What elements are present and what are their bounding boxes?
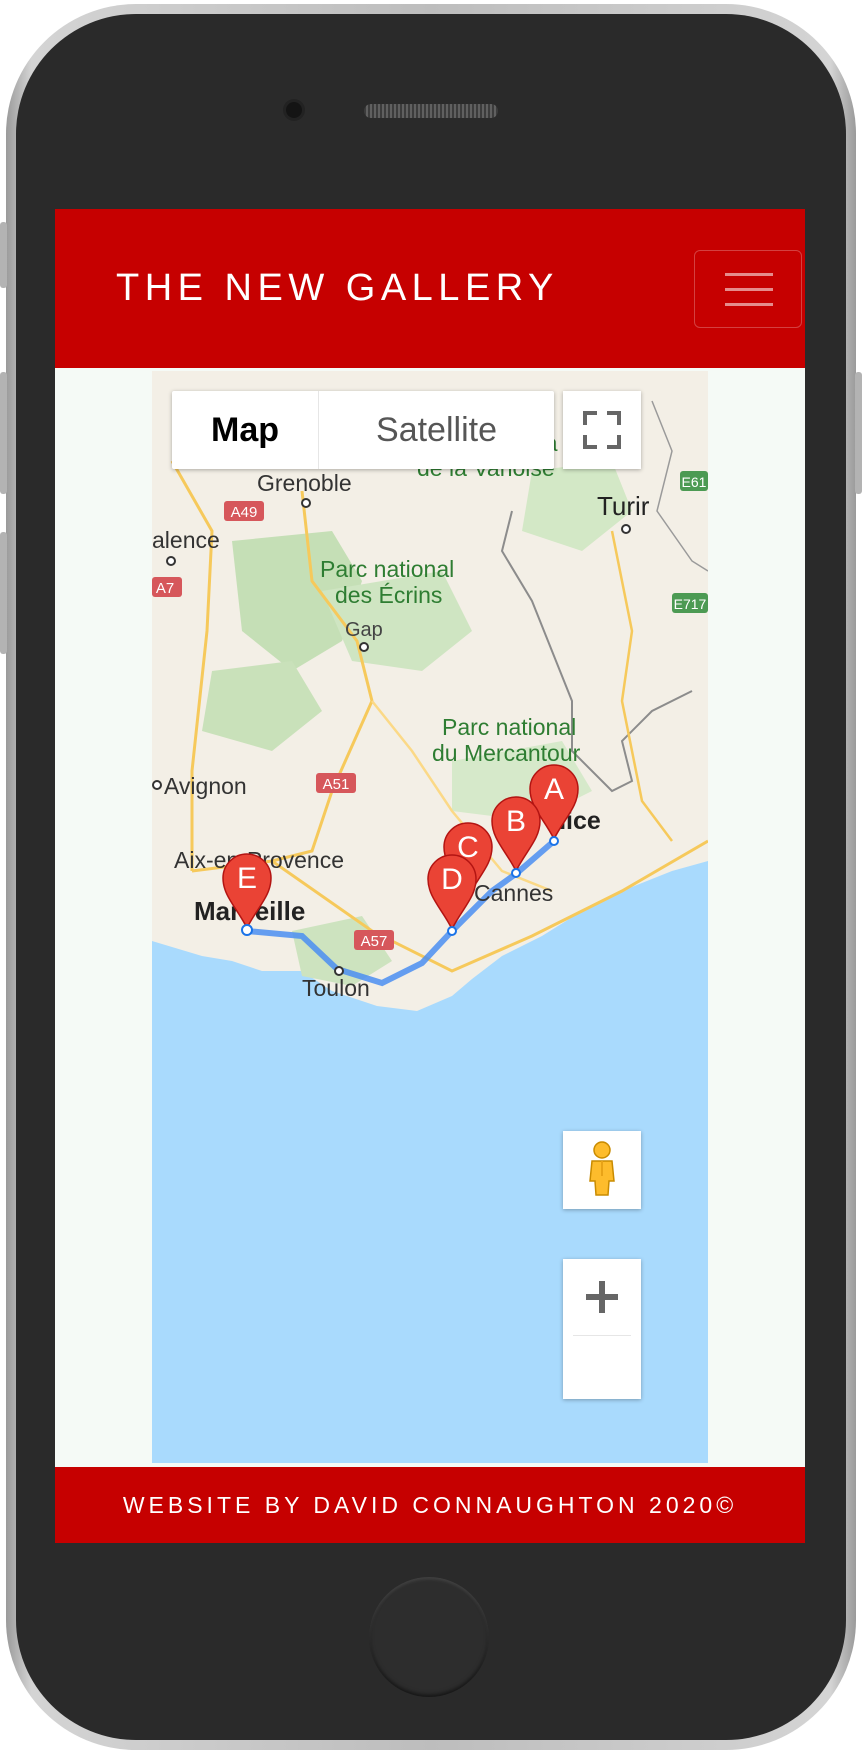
- home-button: [369, 1577, 489, 1697]
- road-shield-a7: A7: [152, 577, 182, 597]
- volume-up-button: [0, 372, 7, 494]
- svg-text:E717: E717: [674, 596, 707, 612]
- hamburger-icon-line-1: [725, 273, 773, 276]
- fullscreen-icon: [583, 411, 621, 449]
- svg-text:B: B: [506, 805, 526, 838]
- city-dot-avignon: [152, 780, 162, 790]
- road-shield-a57: A57: [354, 930, 394, 950]
- zoom-control: [563, 1259, 641, 1399]
- city-dot-gap: [359, 642, 369, 652]
- svg-text:A49: A49: [231, 504, 258, 521]
- menu-toggle-button[interactable]: [694, 250, 802, 328]
- map-label-gap: Gap: [345, 619, 383, 641]
- map-label-mercantour-2: du Mercantour: [432, 740, 581, 766]
- map-type-toggle: Map Satellite: [172, 391, 554, 469]
- phone-screen: THE NEW GALLERY Grenoble alence Turir Ga…: [55, 209, 805, 1543]
- volume-down-button: [0, 532, 7, 654]
- city-dot-turin: [621, 524, 631, 534]
- city-dot-grenoble: [301, 498, 311, 508]
- footer: WEBSITE BY DAVID CONNAUGHTON 2020©: [55, 1467, 805, 1543]
- brand-title[interactable]: THE NEW GALLERY: [116, 267, 559, 310]
- svg-text:E61: E61: [682, 474, 707, 490]
- front-camera: [286, 102, 302, 118]
- map-label-grenoble: Grenoble: [257, 470, 352, 496]
- map-label-ecrins-1: Parc national: [320, 556, 454, 582]
- footer-credit: WEBSITE BY DAVID CONNAUGHTON 2020©: [122, 1492, 738, 1518]
- road-shield-e61: E61: [680, 471, 708, 491]
- power-button: [855, 372, 862, 494]
- svg-text:A: A: [544, 773, 564, 806]
- map-label-ecrins-2: des Écrins: [335, 582, 442, 608]
- street-view-button[interactable]: [563, 1131, 641, 1209]
- road-shield-a49: A49: [224, 501, 264, 521]
- svg-text:D: D: [441, 863, 463, 896]
- fullscreen-button[interactable]: [563, 391, 641, 469]
- map-label-mercantour-1: Parc national: [442, 714, 576, 740]
- map-label-valence: alence: [152, 527, 220, 553]
- pegman-icon: [589, 1141, 615, 1196]
- mute-switch: [0, 222, 7, 288]
- map-label-cannes: Cannes: [474, 880, 553, 906]
- city-dot-valence: [166, 556, 176, 566]
- city-dot-toulon: [334, 966, 344, 976]
- earpiece-speaker: [364, 104, 498, 118]
- hamburger-icon-line-3: [725, 303, 773, 306]
- map-label-toulon: Toulon: [302, 975, 370, 1001]
- road-shield-a51: A51: [316, 773, 356, 793]
- hamburger-icon-line-2: [725, 288, 773, 291]
- google-map[interactable]: Grenoble alence Turir Gap Avignon Aix-en…: [152, 371, 708, 1463]
- zoom-divider: [573, 1335, 631, 1336]
- map-type-satellite-button[interactable]: Satellite: [319, 391, 554, 469]
- svg-text:A7: A7: [156, 580, 174, 597]
- svg-text:A57: A57: [361, 933, 388, 950]
- svg-text:E: E: [237, 862, 257, 895]
- zoom-in-button[interactable]: [563, 1259, 641, 1335]
- road-shield-e717: E717: [672, 593, 708, 613]
- svg-text:A51: A51: [323, 776, 350, 793]
- map-label-turin: Turir: [597, 491, 650, 521]
- navbar: THE NEW GALLERY: [55, 209, 805, 368]
- plus-icon: [586, 1281, 618, 1313]
- map-type-map-button[interactable]: Map: [172, 391, 318, 469]
- map-label-avignon: Avignon: [164, 773, 247, 799]
